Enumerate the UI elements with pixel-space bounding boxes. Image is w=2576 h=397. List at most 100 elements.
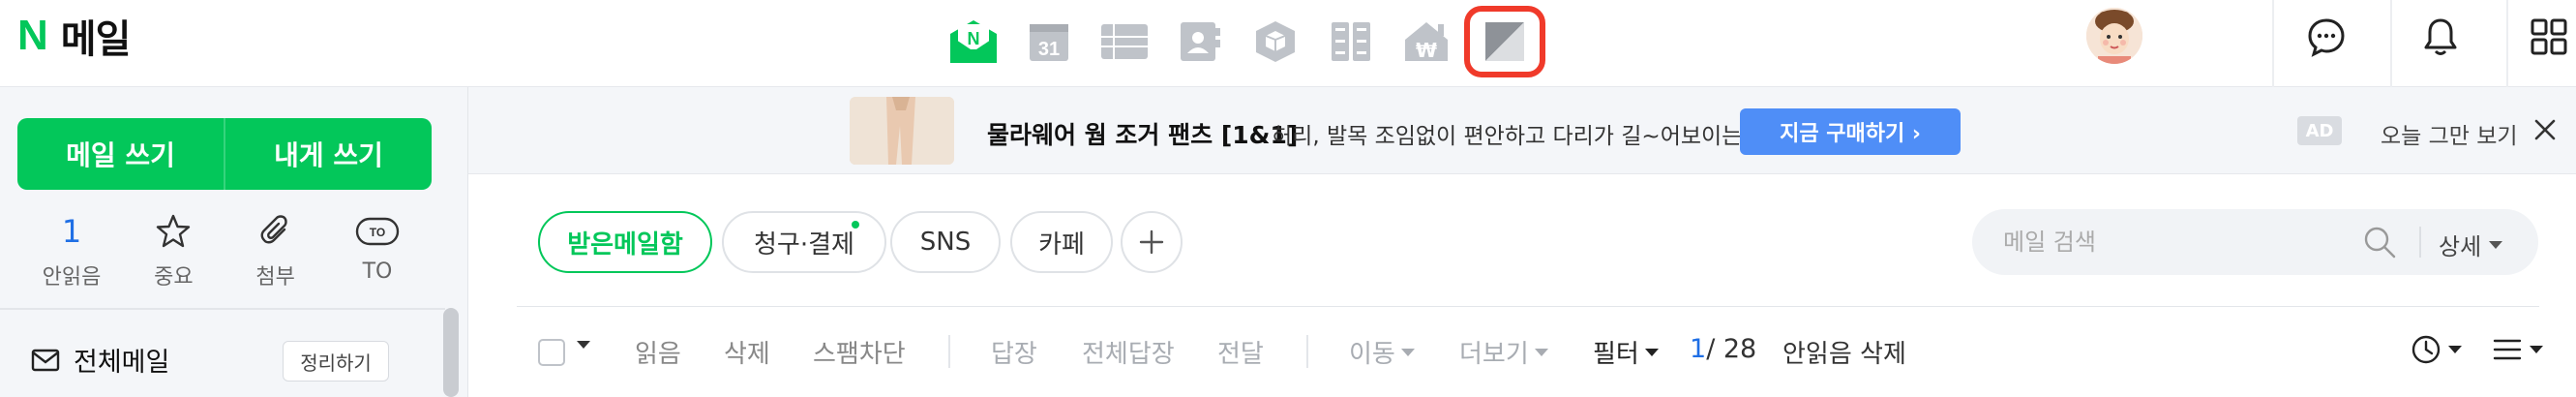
to-badge-icon: TO: [355, 217, 400, 246]
forward-button[interactable]: 전달: [1217, 334, 1264, 370]
hide-ad-today-link[interactable]: 오늘 그만 보기: [2381, 117, 2518, 150]
list-view-icon: [2493, 339, 2522, 360]
move-dropdown[interactable]: 이동: [1349, 334, 1415, 370]
quick-attachment[interactable]: 첨부: [237, 213, 315, 290]
ad-close-button[interactable]: [2528, 112, 2562, 147]
write-to-self-button[interactable]: 내게 쓰기: [225, 118, 432, 190]
compose-button[interactable]: 메일 쓰기: [17, 118, 224, 190]
ad-badge: AD: [2297, 116, 2342, 145]
search-divider: [2419, 227, 2421, 258]
move-label: 이동: [1349, 340, 1395, 369]
quick-to-me[interactable]: TO TO: [339, 213, 416, 290]
view-options-dropdown[interactable]: [2491, 333, 2543, 366]
app-bookmark-button[interactable]: [1464, 6, 1545, 77]
plus-icon: [1139, 229, 1164, 255]
folder-label: 전체메일: [74, 348, 170, 378]
top-header: N 메일 N 31 ₩: [0, 0, 2576, 87]
quick-unread[interactable]: 1 안읽음: [33, 213, 110, 290]
mark-read-button[interactable]: 읽음: [635, 334, 681, 370]
close-icon: [2534, 119, 2556, 140]
select-all-checkbox[interactable]: [538, 339, 565, 366]
toolbar-divider: [517, 306, 2539, 307]
sidebar-scrollbar[interactable]: [443, 308, 459, 397]
tab-cafe[interactable]: 카페: [1010, 211, 1113, 273]
svg-text:31: 31: [1038, 39, 1060, 60]
ad-buy-button[interactable]: 지금 구매하기 ›: [1740, 108, 1961, 155]
mail-icon: N: [950, 20, 997, 63]
ad-title[interactable]: 물라웨어 웜 조거 팬츠 [1&1]: [987, 116, 1298, 151]
unread-count: 1: [1690, 334, 1707, 364]
list-icon: [1101, 24, 1148, 59]
app-mail-button[interactable]: N: [944, 12, 1003, 72]
chevron-down-icon: [1644, 348, 1659, 356]
toolbar-separator: [948, 335, 950, 368]
toolbar-separator: [1306, 335, 1308, 368]
select-options-dropdown[interactable]: [577, 341, 590, 349]
app-contacts-button[interactable]: [1170, 12, 1230, 72]
quick-label: TO: [362, 260, 393, 284]
reply-all-button[interactable]: 전체답장: [1082, 334, 1175, 370]
search-icon: [2364, 227, 2396, 259]
ad-description[interactable]: 허리, 발목 조임없이 편안하고 다리가 길~어보이는: [1272, 117, 1742, 150]
chat-icon: [2308, 18, 2345, 57]
ad-banner[interactable]: 물라웨어 웜 조거 팬츠 [1&1] 허리, 발목 조임없이 편안하고 다리가 …: [468, 87, 2576, 174]
chevron-down-icon: [2489, 240, 2503, 249]
tidy-button[interactable]: 정리하기: [283, 341, 389, 382]
envelope-icon: [31, 349, 60, 371]
detail-label: 상세: [2439, 233, 2482, 260]
app-docs-button[interactable]: [1321, 12, 1381, 72]
header-divider: [2506, 0, 2508, 87]
calendar-icon: 31: [1030, 24, 1068, 61]
notifications-button[interactable]: [2413, 10, 2468, 64]
app-box-button[interactable]: [1245, 12, 1305, 72]
naver-mail-logo[interactable]: N 메일: [17, 12, 131, 62]
clock-icon: [2411, 335, 2441, 364]
folder-all-mail[interactable]: 전체메일: [31, 341, 169, 379]
ad-thumbnail[interactable]: [850, 97, 954, 165]
filter-label: 필터: [1593, 340, 1639, 369]
mail-search: 상세: [1972, 209, 2538, 275]
chat-button[interactable]: [2299, 10, 2353, 64]
detail-search-button[interactable]: 상세: [2439, 228, 2503, 261]
delete-button[interactable]: 삭제: [724, 334, 770, 370]
new-indicator-dot: [852, 221, 859, 229]
search-input[interactable]: [2003, 223, 2371, 261]
quick-important[interactable]: 중요: [135, 213, 212, 290]
svg-text:N: N: [968, 29, 980, 48]
search-button[interactable]: [2362, 225, 2397, 260]
tab-billing[interactable]: 청구·결제: [722, 211, 886, 273]
unread-count: 1: [61, 213, 82, 250]
sort-time-dropdown[interactable]: [2410, 333, 2462, 366]
ad-product-image: [850, 97, 954, 165]
quick-label: 안읽음: [42, 265, 102, 290]
tab-sns[interactable]: SNS: [890, 211, 1001, 273]
profile-avatar[interactable]: [2086, 8, 2142, 64]
bell-icon: [2424, 18, 2457, 55]
app-pay-button[interactable]: ₩: [1396, 12, 1456, 72]
all-services-button[interactable]: [2522, 10, 2576, 64]
mail-count: 1/ 28: [1690, 334, 1756, 364]
filter-dropdown[interactable]: 필터: [1593, 334, 1659, 370]
svg-text:₩: ₩: [1416, 39, 1437, 62]
app-calendar-button[interactable]: 31: [1019, 12, 1079, 72]
naver-logo: N: [17, 12, 48, 59]
chevron-down-icon: [2530, 346, 2543, 353]
compose-group: 메일 쓰기 내게 쓰기: [17, 118, 432, 190]
block-spam-button[interactable]: 스팸차단: [813, 334, 906, 370]
app-list-button[interactable]: [1094, 12, 1154, 72]
quick-label: 첨부: [255, 265, 295, 290]
chevron-down-icon: [2448, 346, 2462, 353]
won-house-icon: ₩: [1405, 22, 1448, 62]
svg-text:TO: TO: [370, 226, 385, 239]
tab-label: 청구·결제: [754, 229, 854, 260]
paperclip-icon: [260, 215, 287, 244]
sidebar: 메일 쓰기 내게 쓰기 1 안읽음 중요 첨부 TO TO 전체메일 정리하기: [0, 87, 468, 397]
header-divider: [2272, 0, 2274, 87]
delete-unread-button[interactable]: 안읽음 삭제: [1782, 334, 1906, 370]
add-tab-button[interactable]: [1121, 211, 1183, 273]
grid-doc-icon: [1332, 22, 1370, 61]
sidebar-divider: [0, 308, 445, 310]
tab-inbox[interactable]: 받은메일함: [538, 211, 712, 273]
reply-button[interactable]: 답장: [991, 334, 1037, 370]
more-dropdown[interactable]: 더보기: [1459, 334, 1548, 370]
